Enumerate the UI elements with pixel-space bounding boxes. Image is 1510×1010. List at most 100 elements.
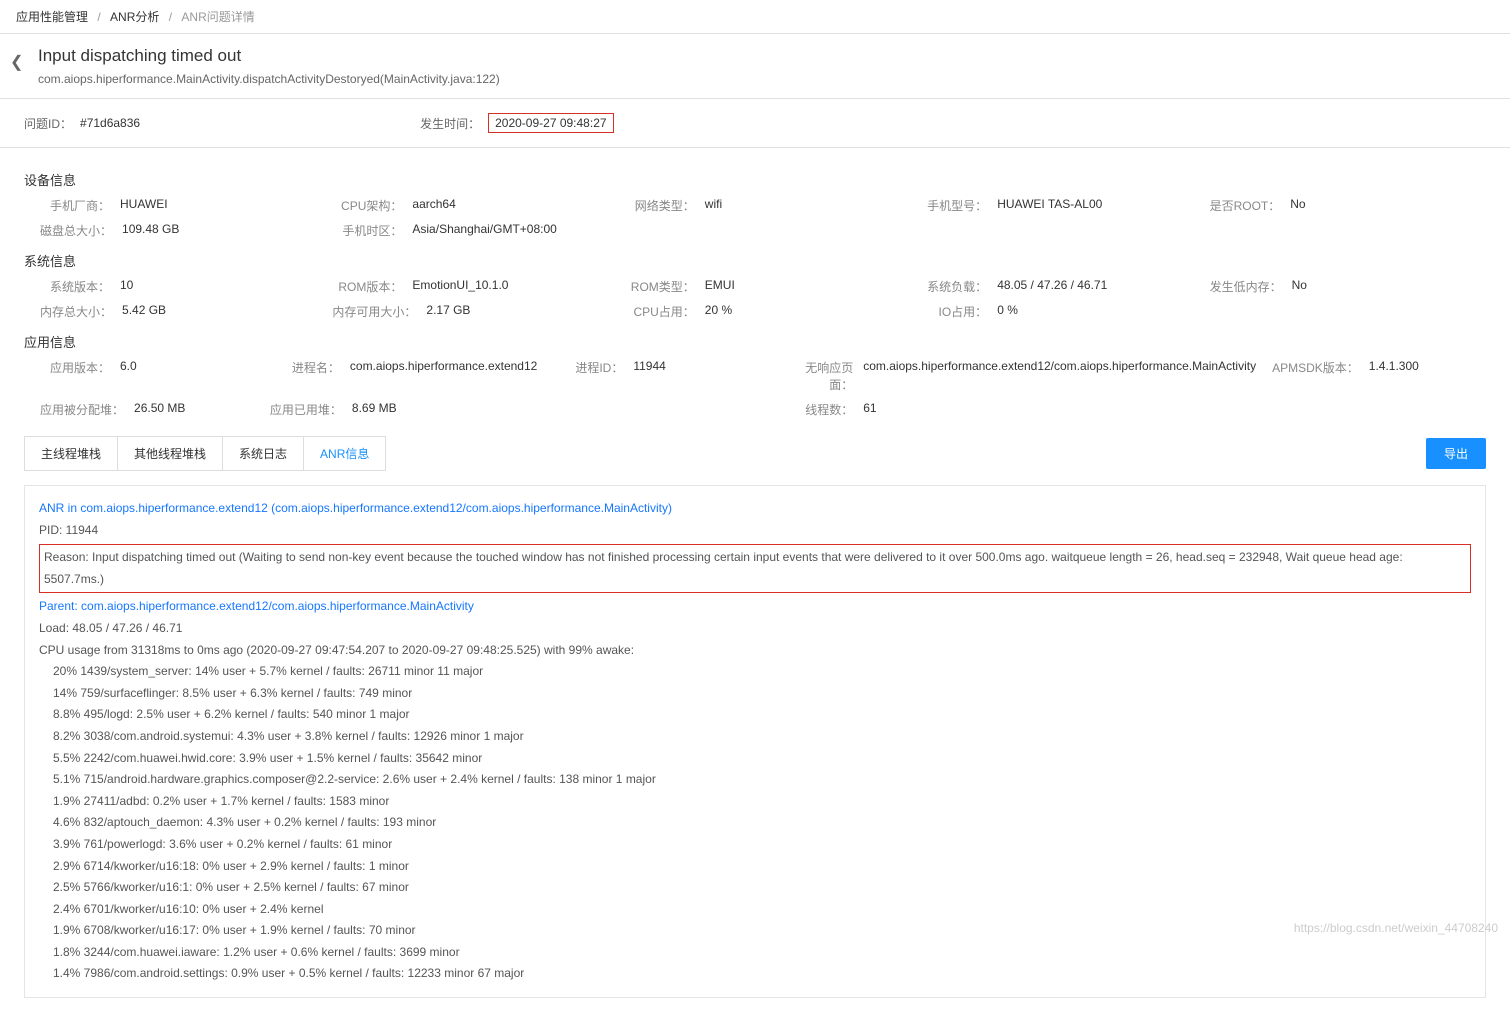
issue-id-value: #71d6a836 xyxy=(80,116,140,130)
time-value: 2020-09-27 09:48:27 xyxy=(488,113,613,133)
info-item: 手机厂商：HUAWEI xyxy=(40,197,316,214)
info-label: APMSDK版本： xyxy=(1272,359,1359,393)
anr-cpu-line: 4.6% 832/aptouch_daemon: 4.3% user + 0.2… xyxy=(39,812,1471,834)
info-value: No xyxy=(1292,278,1307,295)
breadcrumb: 应用性能管理 / ANR分析 / ANR问题详情 xyxy=(0,0,1510,34)
info-item: 无响应页面： com.aiops.hiperformance.extend12/c… xyxy=(783,359,1256,393)
info-value: 109.48 GB xyxy=(122,222,179,239)
breadcrumb-lvl2[interactable]: ANR分析 xyxy=(110,10,159,24)
info-value: 48.05 / 47.26 / 46.71 xyxy=(997,278,1107,295)
anr-cpu-line: 8.2% 3038/com.android.systemui: 4.3% use… xyxy=(39,726,1471,748)
info-item: 磁盘总大小： 109.48 GB xyxy=(40,222,316,239)
info-item xyxy=(1210,303,1486,320)
info-value: 0 % xyxy=(997,303,1018,320)
info-value: Asia/Shanghai/GMT+08:00 xyxy=(412,222,556,239)
info-item: IO占用： 0 % xyxy=(917,303,1193,320)
anr-cpu-line: 1.9% 27411/adbd: 0.2% user + 1.7% kernel… xyxy=(39,791,1471,813)
info-value: wifi xyxy=(705,197,722,214)
anr-title: ANR in com.aiops.hiperformance.extend12 … xyxy=(39,498,1471,520)
export-button[interactable]: 导出 xyxy=(1426,438,1486,469)
info-label: IO占用： xyxy=(917,303,987,320)
info-item: 进程名： com.aiops.hiperformance.extend12 xyxy=(270,359,537,393)
info-label: 网络类型： xyxy=(625,197,695,214)
tab-other-threads[interactable]: 其他线程堆栈 xyxy=(118,437,223,470)
info-item: 应用已用堆：8.69 MB xyxy=(270,401,537,418)
info-value: HUAWEI TAS-AL00 xyxy=(997,197,1102,214)
info-item: 应用版本：6.0 xyxy=(40,359,254,393)
info-label: 手机厂商： xyxy=(40,197,110,214)
anr-cpu-line: 1.8% 3244/com.huawei.iaware: 1.2% user +… xyxy=(39,942,1471,964)
anr-cpu-line: 2.4% 6701/kworker/u16:10: 0% user + 2.4%… xyxy=(39,899,1471,921)
info-value: 11944 xyxy=(633,359,665,393)
info-item: 是否ROOT： No xyxy=(1210,197,1486,214)
info-value: com.aiops.hiperformance.extend12 xyxy=(350,359,537,393)
breadcrumb-lvl1[interactable]: 应用性能管理 xyxy=(16,10,88,24)
app-section-title: 应用信息 xyxy=(24,332,1486,351)
info-label: 手机时区： xyxy=(332,222,402,239)
anr-cpu-line: 2.5% 5766/kworker/u16:1: 0% user + 2.5% … xyxy=(39,877,1471,899)
info-label: ROM类型： xyxy=(625,278,695,295)
time-label: 发生时间： xyxy=(420,115,480,132)
info-value: 8.69 MB xyxy=(352,401,397,418)
info-item: 手机时区： Asia/Shanghai/GMT+08:00 xyxy=(332,222,608,239)
info-item: 系统版本：10 xyxy=(40,278,316,295)
info-value: 1.4.1.300 xyxy=(1369,359,1419,393)
info-label: CPU占用： xyxy=(625,303,695,320)
tab-bar: 主线程堆栈 其他线程堆栈 系统日志 ANR信息 xyxy=(24,436,386,471)
info-item xyxy=(1210,222,1486,239)
anr-cpu-line: 3.9% 761/powerlogd: 3.6% user + 0.2% ker… xyxy=(39,834,1471,856)
back-icon[interactable]: ❮ xyxy=(10,52,23,72)
info-item: 内存可用大小：2.17 GB xyxy=(332,303,608,320)
anr-panel: ANR in com.aiops.hiperformance.extend12 … xyxy=(24,485,1486,998)
info-label: 系统负载： xyxy=(917,278,987,295)
anr-pid: PID: 11944 xyxy=(39,520,1471,542)
info-item: CPU占用： 20 % xyxy=(625,303,901,320)
info-label: 是否ROOT： xyxy=(1210,197,1281,214)
info-item: 应用被分配堆：26.50 MB xyxy=(40,401,254,418)
breadcrumb-lvl3: ANR问题详情 xyxy=(181,10,254,24)
device-section-title: 设备信息 xyxy=(24,170,1486,189)
info-label: 进程名： xyxy=(270,359,340,393)
page-subtitle: com.aiops.hiperformance.MainActivity.dis… xyxy=(38,72,1486,86)
page-title: Input dispatching timed out xyxy=(38,46,1486,66)
anr-load: Load: 48.05 / 47.26 / 46.71 xyxy=(39,618,1471,640)
info-label: 应用被分配堆： xyxy=(40,401,124,418)
info-value: EMUI xyxy=(705,278,735,295)
info-item: 内存总大小：5.42 GB xyxy=(40,303,316,320)
info-item xyxy=(917,222,1193,239)
anr-cpu-line: 2.9% 6714/kworker/u16:18: 0% user + 2.9%… xyxy=(39,856,1471,878)
info-label: 进程ID： xyxy=(553,359,623,393)
anr-cpu-line: 8.8% 495/logd: 2.5% user + 6.2% kernel /… xyxy=(39,704,1471,726)
info-label: 手机型号： xyxy=(917,197,987,214)
tab-system-log[interactable]: 系统日志 xyxy=(223,437,304,470)
tab-main-thread[interactable]: 主线程堆栈 xyxy=(25,437,118,470)
info-item xyxy=(1272,401,1486,418)
info-item: CPU架构：aarch64 xyxy=(332,197,608,214)
info-item: 网络类型： wifi xyxy=(625,197,901,214)
anr-cpu-line: 1.9% 6708/kworker/u16:17: 0% user + 1.9%… xyxy=(39,920,1471,942)
info-label: 磁盘总大小： xyxy=(40,222,112,239)
info-item: 手机型号： HUAWEI TAS-AL00 xyxy=(917,197,1193,214)
info-item: ROM版本： EmotionUI_10.1.0 xyxy=(332,278,608,295)
info-item: ROM类型： EMUI xyxy=(625,278,901,295)
info-label: 系统版本： xyxy=(40,278,110,295)
tab-anr-info[interactable]: ANR信息 xyxy=(304,437,385,470)
info-label: ROM版本： xyxy=(332,278,402,295)
anr-cpu-line: 5.1% 715/android.hardware.graphics.compo… xyxy=(39,769,1471,791)
info-value: 6.0 xyxy=(120,359,137,393)
info-item: 发生低内存： No xyxy=(1210,278,1486,295)
info-item xyxy=(625,222,901,239)
app-info-grid: 应用版本：6.0 进程名： com.aiops.hiperformance.exte… xyxy=(24,359,1486,418)
info-value: 61 xyxy=(863,401,876,418)
issue-id-label: 问题ID： xyxy=(24,115,72,132)
info-value: com.aiops.hiperformance.extend12/com.aio… xyxy=(863,359,1256,393)
info-value: No xyxy=(1290,197,1305,214)
info-label: 发生低内存： xyxy=(1210,278,1282,295)
info-value: 20 % xyxy=(705,303,732,320)
anr-cpu-line: 1.4% 7986/com.android.settings: 0.9% use… xyxy=(39,963,1471,985)
info-label: 无响应页面： xyxy=(783,359,853,393)
info-label: 内存总大小： xyxy=(40,303,112,320)
meta-row: 问题ID： #71d6a836 发生时间： 2020-09-27 09:48:2… xyxy=(0,99,1510,148)
info-value: EmotionUI_10.1.0 xyxy=(412,278,508,295)
page-header: ❮ Input dispatching timed out com.aiops.… xyxy=(0,34,1510,99)
